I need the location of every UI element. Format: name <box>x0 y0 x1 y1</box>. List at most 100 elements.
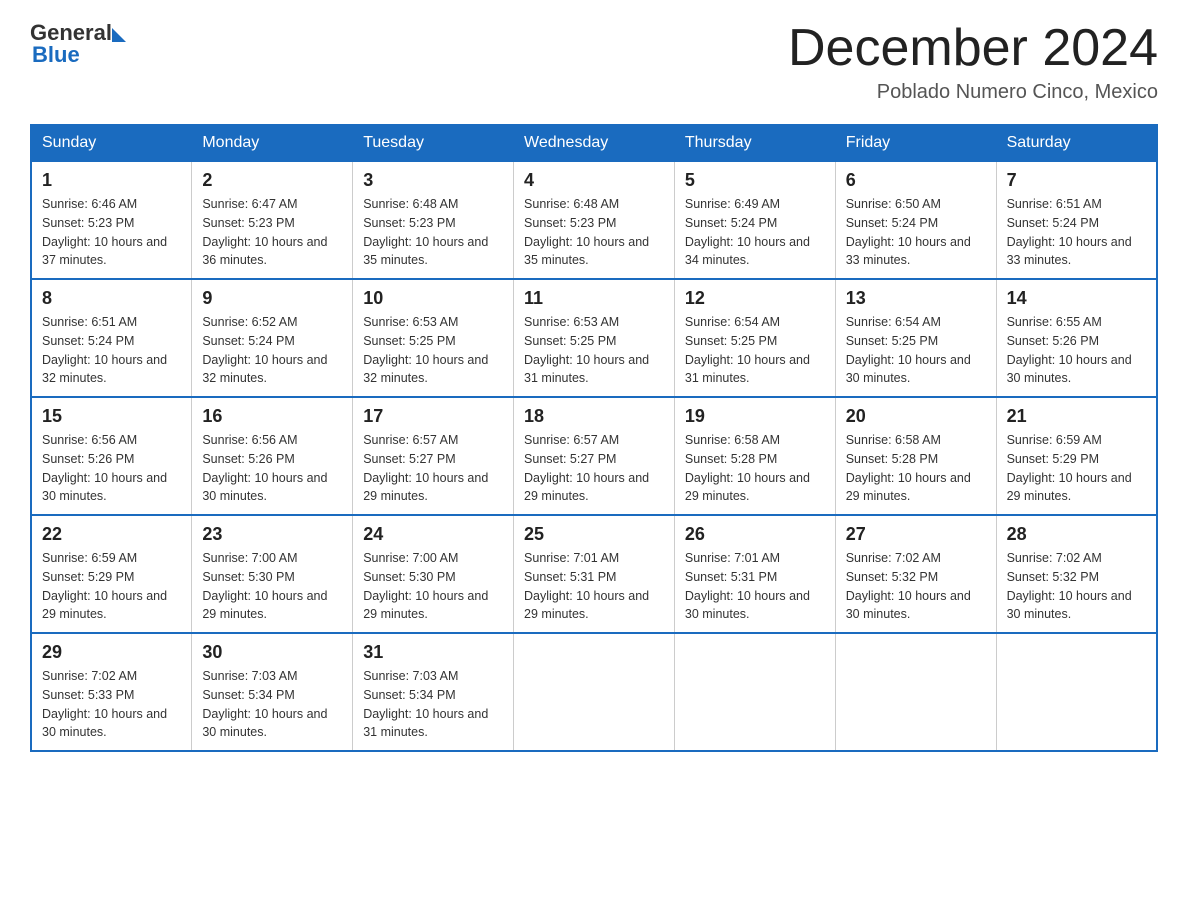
location-title: Poblado Numero Cinco, Mexico <box>788 81 1158 104</box>
day-number: 17 <box>363 406 503 427</box>
calendar-day-cell: 25 Sunrise: 7:01 AMSunset: 5:31 PMDaylig… <box>514 515 675 633</box>
day-info: Sunrise: 7:01 AMSunset: 5:31 PMDaylight:… <box>685 551 810 621</box>
calendar-day-cell: 3 Sunrise: 6:48 AMSunset: 5:23 PMDayligh… <box>353 161 514 279</box>
day-info: Sunrise: 6:57 AMSunset: 5:27 PMDaylight:… <box>524 433 649 503</box>
day-number: 21 <box>1007 406 1146 427</box>
calendar-day-header: Saturday <box>996 125 1157 161</box>
calendar-day-header: Monday <box>192 125 353 161</box>
calendar-day-cell: 21 Sunrise: 6:59 AMSunset: 5:29 PMDaylig… <box>996 397 1157 515</box>
day-info: Sunrise: 6:56 AMSunset: 5:26 PMDaylight:… <box>202 433 327 503</box>
calendar-day-header: Tuesday <box>353 125 514 161</box>
calendar-day-cell: 2 Sunrise: 6:47 AMSunset: 5:23 PMDayligh… <box>192 161 353 279</box>
day-info: Sunrise: 6:52 AMSunset: 5:24 PMDaylight:… <box>202 315 327 385</box>
calendar-day-cell: 14 Sunrise: 6:55 AMSunset: 5:26 PMDaylig… <box>996 279 1157 397</box>
calendar-day-cell: 9 Sunrise: 6:52 AMSunset: 5:24 PMDayligh… <box>192 279 353 397</box>
day-number: 5 <box>685 170 825 191</box>
day-number: 12 <box>685 288 825 309</box>
day-info: Sunrise: 7:00 AMSunset: 5:30 PMDaylight:… <box>363 551 488 621</box>
day-number: 23 <box>202 524 342 545</box>
day-number: 2 <box>202 170 342 191</box>
day-info: Sunrise: 6:51 AMSunset: 5:24 PMDaylight:… <box>42 315 167 385</box>
calendar-day-cell: 19 Sunrise: 6:58 AMSunset: 5:28 PMDaylig… <box>674 397 835 515</box>
day-info: Sunrise: 6:49 AMSunset: 5:24 PMDaylight:… <box>685 197 810 267</box>
day-number: 10 <box>363 288 503 309</box>
calendar-day-cell: 20 Sunrise: 6:58 AMSunset: 5:28 PMDaylig… <box>835 397 996 515</box>
day-number: 8 <box>42 288 181 309</box>
calendar-day-cell: 5 Sunrise: 6:49 AMSunset: 5:24 PMDayligh… <box>674 161 835 279</box>
calendar-day-header: Wednesday <box>514 125 675 161</box>
day-info: Sunrise: 6:47 AMSunset: 5:23 PMDaylight:… <box>202 197 327 267</box>
calendar-day-cell <box>674 633 835 751</box>
day-info: Sunrise: 6:46 AMSunset: 5:23 PMDaylight:… <box>42 197 167 267</box>
calendar-day-header: Sunday <box>31 125 192 161</box>
calendar-table: SundayMondayTuesdayWednesdayThursdayFrid… <box>30 124 1158 752</box>
calendar-day-cell: 30 Sunrise: 7:03 AMSunset: 5:34 PMDaylig… <box>192 633 353 751</box>
calendar-day-cell: 10 Sunrise: 6:53 AMSunset: 5:25 PMDaylig… <box>353 279 514 397</box>
day-number: 6 <box>846 170 986 191</box>
calendar-day-cell: 4 Sunrise: 6:48 AMSunset: 5:23 PMDayligh… <box>514 161 675 279</box>
day-number: 14 <box>1007 288 1146 309</box>
day-number: 11 <box>524 288 664 309</box>
day-info: Sunrise: 6:54 AMSunset: 5:25 PMDaylight:… <box>685 315 810 385</box>
day-info: Sunrise: 6:58 AMSunset: 5:28 PMDaylight:… <box>846 433 971 503</box>
calendar-day-cell: 26 Sunrise: 7:01 AMSunset: 5:31 PMDaylig… <box>674 515 835 633</box>
day-info: Sunrise: 6:53 AMSunset: 5:25 PMDaylight:… <box>524 315 649 385</box>
calendar-week-row: 1 Sunrise: 6:46 AMSunset: 5:23 PMDayligh… <box>31 161 1157 279</box>
calendar-day-cell: 15 Sunrise: 6:56 AMSunset: 5:26 PMDaylig… <box>31 397 192 515</box>
calendar-day-cell: 6 Sunrise: 6:50 AMSunset: 5:24 PMDayligh… <box>835 161 996 279</box>
calendar-day-cell: 23 Sunrise: 7:00 AMSunset: 5:30 PMDaylig… <box>192 515 353 633</box>
calendar-day-cell: 7 Sunrise: 6:51 AMSunset: 5:24 PMDayligh… <box>996 161 1157 279</box>
day-info: Sunrise: 7:01 AMSunset: 5:31 PMDaylight:… <box>524 551 649 621</box>
calendar-day-cell: 27 Sunrise: 7:02 AMSunset: 5:32 PMDaylig… <box>835 515 996 633</box>
calendar-day-cell: 13 Sunrise: 6:54 AMSunset: 5:25 PMDaylig… <box>835 279 996 397</box>
calendar-day-cell: 28 Sunrise: 7:02 AMSunset: 5:32 PMDaylig… <box>996 515 1157 633</box>
day-info: Sunrise: 6:55 AMSunset: 5:26 PMDaylight:… <box>1007 315 1132 385</box>
day-number: 13 <box>846 288 986 309</box>
day-info: Sunrise: 6:48 AMSunset: 5:23 PMDaylight:… <box>524 197 649 267</box>
day-number: 1 <box>42 170 181 191</box>
day-number: 29 <box>42 642 181 663</box>
logo-blue-text: Blue <box>32 42 80 68</box>
day-number: 15 <box>42 406 181 427</box>
day-number: 27 <box>846 524 986 545</box>
day-number: 24 <box>363 524 503 545</box>
day-number: 9 <box>202 288 342 309</box>
calendar-day-cell: 17 Sunrise: 6:57 AMSunset: 5:27 PMDaylig… <box>353 397 514 515</box>
day-info: Sunrise: 6:53 AMSunset: 5:25 PMDaylight:… <box>363 315 488 385</box>
day-info: Sunrise: 7:02 AMSunset: 5:33 PMDaylight:… <box>42 669 167 739</box>
day-number: 3 <box>363 170 503 191</box>
day-number: 30 <box>202 642 342 663</box>
day-info: Sunrise: 6:48 AMSunset: 5:23 PMDaylight:… <box>363 197 488 267</box>
calendar-day-cell: 16 Sunrise: 6:56 AMSunset: 5:26 PMDaylig… <box>192 397 353 515</box>
day-number: 20 <box>846 406 986 427</box>
day-info: Sunrise: 7:00 AMSunset: 5:30 PMDaylight:… <box>202 551 327 621</box>
day-info: Sunrise: 7:02 AMSunset: 5:32 PMDaylight:… <box>1007 551 1132 621</box>
header-right: December 2024 Poblado Numero Cinco, Mexi… <box>788 20 1158 104</box>
day-number: 22 <box>42 524 181 545</box>
month-title: December 2024 <box>788 20 1158 77</box>
day-info: Sunrise: 7:03 AMSunset: 5:34 PMDaylight:… <box>202 669 327 739</box>
day-info: Sunrise: 6:56 AMSunset: 5:26 PMDaylight:… <box>42 433 167 503</box>
day-info: Sunrise: 6:50 AMSunset: 5:24 PMDaylight:… <box>846 197 971 267</box>
day-info: Sunrise: 6:51 AMSunset: 5:24 PMDaylight:… <box>1007 197 1132 267</box>
calendar-header-row: SundayMondayTuesdayWednesdayThursdayFrid… <box>31 125 1157 161</box>
calendar-day-cell: 12 Sunrise: 6:54 AMSunset: 5:25 PMDaylig… <box>674 279 835 397</box>
calendar-week-row: 15 Sunrise: 6:56 AMSunset: 5:26 PMDaylig… <box>31 397 1157 515</box>
calendar-day-cell: 18 Sunrise: 6:57 AMSunset: 5:27 PMDaylig… <box>514 397 675 515</box>
calendar-day-cell: 11 Sunrise: 6:53 AMSunset: 5:25 PMDaylig… <box>514 279 675 397</box>
calendar-day-cell: 31 Sunrise: 7:03 AMSunset: 5:34 PMDaylig… <box>353 633 514 751</box>
day-number: 16 <box>202 406 342 427</box>
calendar-day-header: Thursday <box>674 125 835 161</box>
calendar-day-cell <box>996 633 1157 751</box>
day-info: Sunrise: 7:02 AMSunset: 5:32 PMDaylight:… <box>846 551 971 621</box>
calendar-week-row: 29 Sunrise: 7:02 AMSunset: 5:33 PMDaylig… <box>31 633 1157 751</box>
day-info: Sunrise: 6:59 AMSunset: 5:29 PMDaylight:… <box>1007 433 1132 503</box>
day-info: Sunrise: 6:58 AMSunset: 5:28 PMDaylight:… <box>685 433 810 503</box>
day-info: Sunrise: 6:54 AMSunset: 5:25 PMDaylight:… <box>846 315 971 385</box>
calendar-day-cell <box>514 633 675 751</box>
calendar-day-cell: 22 Sunrise: 6:59 AMSunset: 5:29 PMDaylig… <box>31 515 192 633</box>
day-number: 19 <box>685 406 825 427</box>
calendar-week-row: 8 Sunrise: 6:51 AMSunset: 5:24 PMDayligh… <box>31 279 1157 397</box>
day-number: 26 <box>685 524 825 545</box>
logo-triangle-icon <box>112 28 126 42</box>
